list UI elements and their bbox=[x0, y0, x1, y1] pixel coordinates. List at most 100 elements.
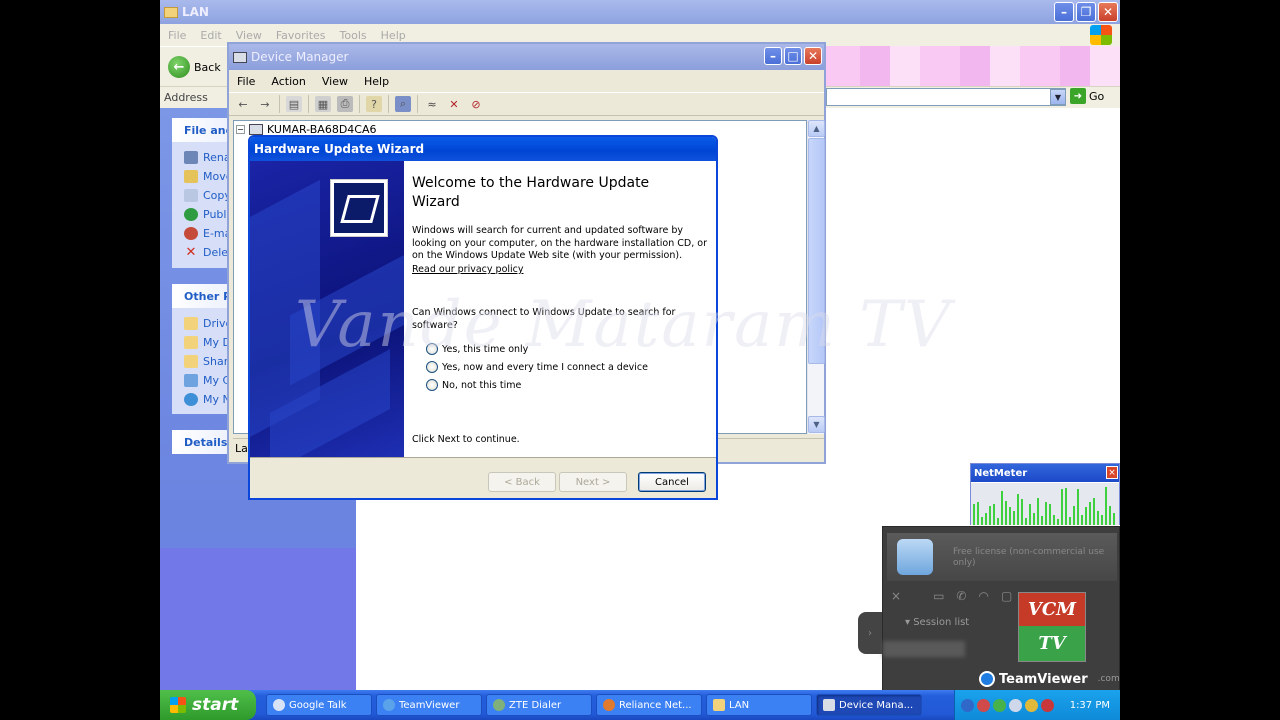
netmeter-bar bbox=[1053, 515, 1055, 525]
folder-icon bbox=[164, 6, 178, 18]
menu-help[interactable]: Help bbox=[381, 29, 406, 42]
scroll-up-icon[interactable]: ▲ bbox=[808, 120, 825, 137]
copy-icon bbox=[184, 189, 198, 202]
close-button[interactable]: ✕ bbox=[1098, 2, 1118, 22]
update-driver-icon[interactable]: ≈ bbox=[424, 96, 440, 112]
restore-button[interactable]: ❐ bbox=[1076, 2, 1096, 22]
device-manager-titlebar[interactable]: Device Manager – □ ✕ bbox=[229, 44, 824, 70]
next-button[interactable]: Next > bbox=[559, 472, 627, 492]
address-dropdown-icon[interactable]: ▼ bbox=[1050, 89, 1066, 105]
menu-edit[interactable]: Edit bbox=[200, 29, 221, 42]
scroll-down-icon[interactable]: ▼ bbox=[808, 416, 825, 433]
dm-menu-help[interactable]: Help bbox=[364, 75, 389, 88]
menu-file[interactable]: File bbox=[168, 29, 186, 42]
teamviewer-icon bbox=[383, 699, 395, 711]
start-button[interactable]: start bbox=[160, 690, 256, 720]
privacy-policy-link[interactable]: Read our privacy policy bbox=[412, 264, 524, 275]
google-talk-icon bbox=[273, 699, 285, 711]
radio-button-icon[interactable] bbox=[426, 343, 438, 355]
netmeter-bar bbox=[1065, 488, 1067, 525]
task-zte-dialer[interactable]: ZTE Dialer bbox=[486, 694, 592, 716]
folder-icon bbox=[184, 336, 198, 349]
netmeter-close-icon[interactable]: × bbox=[1106, 466, 1118, 479]
back-button[interactable]: < Back bbox=[488, 472, 556, 492]
netmeter-title: NetMeter bbox=[974, 467, 1028, 479]
teamviewer-logo-icon bbox=[897, 539, 933, 575]
task-lan[interactable]: LAN bbox=[706, 694, 812, 716]
forward-arrow-icon[interactable]: → bbox=[257, 96, 273, 112]
netmeter-bar bbox=[1077, 489, 1079, 525]
minimize-button[interactable]: – bbox=[1054, 2, 1074, 22]
address-input[interactable] bbox=[826, 88, 1066, 106]
netmeter-bar bbox=[1085, 507, 1087, 525]
toolbar-separator bbox=[417, 95, 418, 113]
phone-icon[interactable]: ✆ bbox=[956, 589, 966, 603]
radio-yes-every-time[interactable]: Yes, now and every time I connect a devi… bbox=[426, 361, 648, 373]
back-button[interactable]: ← Back bbox=[168, 56, 221, 78]
close-button[interactable]: ✕ bbox=[804, 47, 822, 65]
task-google-talk[interactable]: Google Talk bbox=[266, 694, 372, 716]
session-list-label[interactable]: ▾ Session list bbox=[905, 617, 969, 628]
radio-yes-this-time[interactable]: Yes, this time only bbox=[426, 343, 528, 355]
dm-menu-view[interactable]: View bbox=[322, 75, 348, 88]
dm-menu-file[interactable]: File bbox=[237, 75, 255, 88]
tray-network-icon[interactable] bbox=[961, 698, 974, 712]
tray-netmeter-icon[interactable] bbox=[1041, 698, 1054, 712]
print-icon[interactable]: ⎙ bbox=[337, 96, 353, 112]
video-icon[interactable]: ▭ bbox=[933, 589, 944, 603]
menu-favorites[interactable]: Favorites bbox=[276, 29, 326, 42]
dm-menu-action[interactable]: Action bbox=[271, 75, 305, 88]
tray-clock[interactable]: 1:37 PM bbox=[1070, 700, 1110, 711]
wizard-titlebar[interactable]: Hardware Update Wizard bbox=[250, 137, 716, 161]
radio-no-not-this-time[interactable]: No, not this time bbox=[426, 379, 521, 391]
tray-chat-icon[interactable] bbox=[1009, 698, 1022, 712]
folder-icon bbox=[184, 355, 198, 368]
minimize-button[interactable]: – bbox=[764, 47, 782, 65]
show-hide-tree-icon[interactable]: ▤ bbox=[286, 96, 302, 112]
wizard-description: Windows will search for current and upda… bbox=[412, 225, 707, 261]
maximize-button[interactable]: □ bbox=[784, 47, 802, 65]
netmeter-bar bbox=[1057, 519, 1059, 525]
radio-button-icon[interactable] bbox=[426, 361, 438, 373]
collapse-icon[interactable]: − bbox=[236, 125, 245, 134]
uninstall-device-icon[interactable]: ⊘ bbox=[468, 96, 484, 112]
computer-icon bbox=[823, 699, 835, 711]
toolbar-separator bbox=[308, 95, 309, 113]
menu-view[interactable]: View bbox=[236, 29, 262, 42]
dm-toolbar: ← → ▤ ▦ ⎙ ? ⌕ ≈ ✕ ⊘ bbox=[229, 92, 824, 116]
back-arrow-icon[interactable]: ← bbox=[235, 96, 251, 112]
task-reliance-net[interactable]: Reliance Net... bbox=[596, 694, 702, 716]
netmeter-bar bbox=[997, 518, 999, 525]
netmeter-bar bbox=[1069, 517, 1071, 525]
go-button[interactable]: ➜ Go bbox=[1070, 88, 1104, 104]
tray-talk-icon[interactable] bbox=[993, 698, 1006, 712]
device-tree-scrollbar[interactable]: ▲ ▼ bbox=[807, 120, 825, 434]
headset-icon[interactable]: ◠ bbox=[978, 589, 988, 603]
cancel-button[interactable]: Cancel bbox=[638, 472, 706, 492]
browser-icon bbox=[603, 699, 615, 711]
explorer-titlebar[interactable]: LAN – ❐ ✕ bbox=[160, 0, 1120, 24]
netmeter-bar bbox=[1045, 502, 1047, 525]
task-device-manager[interactable]: Device Mana... bbox=[816, 694, 922, 716]
netmeter-bar bbox=[1021, 499, 1023, 525]
netmeter-titlebar[interactable]: NetMeter bbox=[971, 464, 1119, 482]
chat-icon[interactable]: ▢ bbox=[1001, 589, 1012, 603]
help-icon[interactable]: ? bbox=[366, 96, 382, 112]
netmeter-bar bbox=[1029, 504, 1031, 525]
netmeter-widget: NetMeter × bbox=[970, 463, 1120, 525]
wizard-side-banner bbox=[250, 161, 404, 457]
disable-device-icon[interactable]: ✕ bbox=[446, 96, 462, 112]
task-teamviewer[interactable]: TeamViewer bbox=[376, 694, 482, 716]
close-icon[interactable]: × bbox=[891, 589, 901, 603]
toolbar-separator bbox=[279, 95, 280, 113]
tray-warning-icon[interactable] bbox=[1025, 698, 1038, 712]
scroll-thumb[interactable] bbox=[808, 138, 825, 364]
properties-icon[interactable]: ▦ bbox=[315, 96, 331, 112]
tray-security-icon[interactable] bbox=[977, 698, 990, 712]
netmeter-bar bbox=[1013, 511, 1015, 525]
teamviewer-expand-icon[interactable]: › bbox=[858, 612, 882, 654]
radio-button-icon[interactable] bbox=[426, 379, 438, 391]
scan-hardware-icon[interactable]: ⌕ bbox=[395, 96, 411, 112]
menu-tools[interactable]: Tools bbox=[340, 29, 367, 42]
dm-menubar: File Action View Help bbox=[229, 70, 824, 92]
